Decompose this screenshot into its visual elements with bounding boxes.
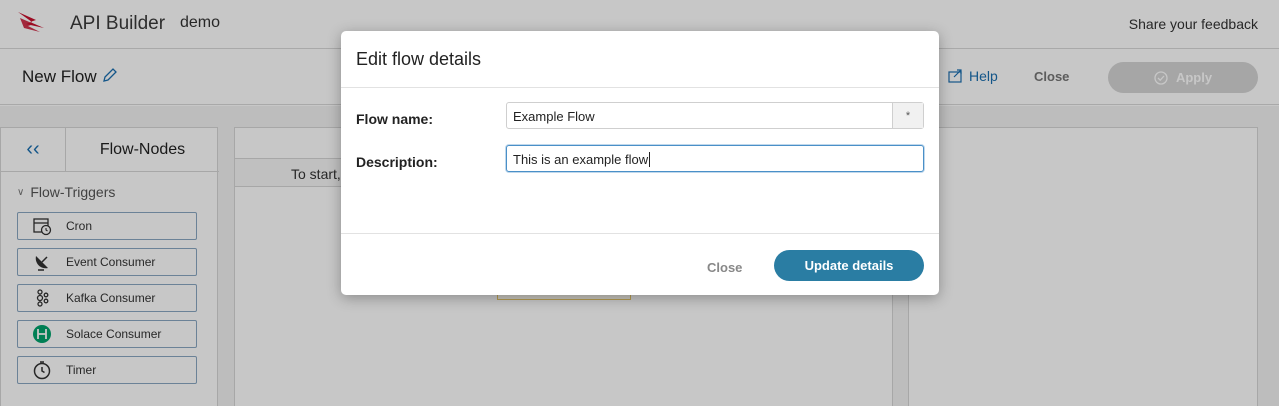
required-indicator: *: [892, 103, 923, 128]
dialog-header: Edit flow details: [341, 31, 939, 88]
flow-name-value: Example Flow: [513, 109, 595, 124]
description-value: This is an example flow: [513, 152, 649, 167]
description-input[interactable]: This is an example flow: [506, 145, 924, 172]
dialog-close-button[interactable]: Close: [707, 260, 742, 275]
dialog-title: Edit flow details: [356, 49, 482, 69]
text-cursor: [649, 152, 651, 167]
description-label: Description:: [356, 154, 438, 170]
flow-name-input[interactable]: Example Flow *: [506, 102, 924, 129]
flow-name-label: Flow name:: [356, 111, 434, 127]
edit-flow-details-dialog: Edit flow details Flow name: Example Flo…: [341, 31, 939, 295]
update-details-button[interactable]: Update details: [774, 250, 924, 281]
dialog-footer: Close Update details: [341, 233, 939, 295]
